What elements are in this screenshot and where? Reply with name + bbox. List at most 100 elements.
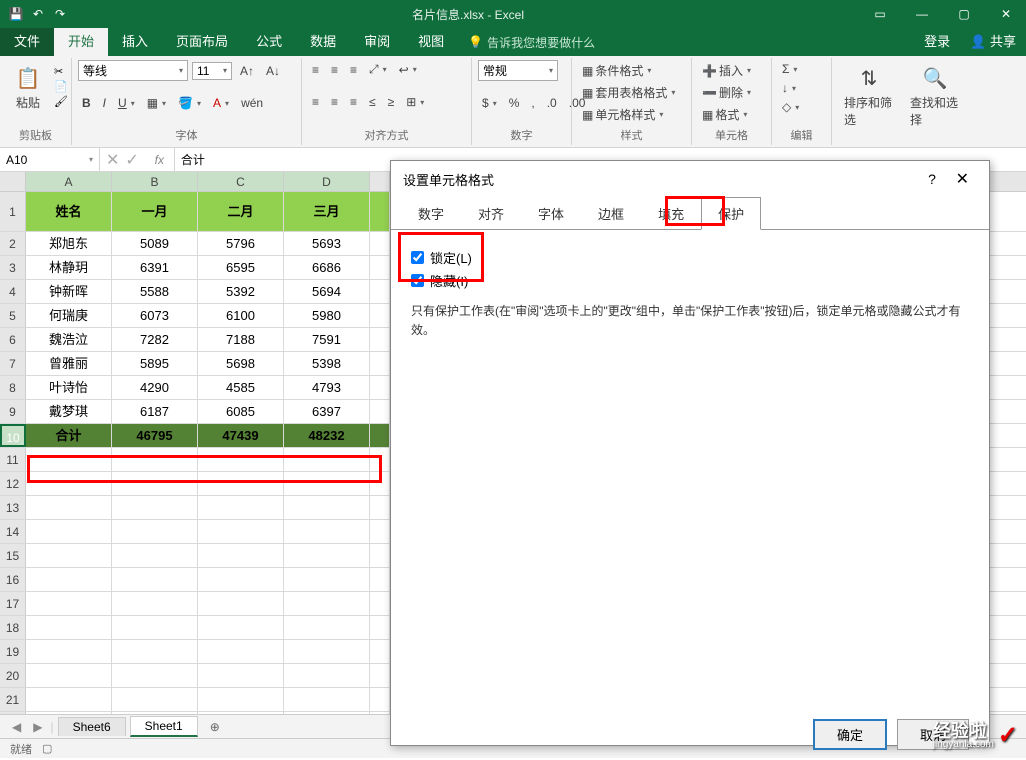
cell[interactable]: 6085 [198,400,284,423]
cell[interactable]: 4290 [112,376,198,399]
cell[interactable] [370,592,390,615]
cancel-icon[interactable]: ✕ [106,150,119,170]
row-head[interactable]: 16 [0,568,26,591]
number-format-combo[interactable]: 常规 [478,60,558,81]
cell[interactable] [26,520,112,543]
conditional-format-button[interactable]: ▦ 条件格式 [578,60,685,81]
cell[interactable] [284,592,370,615]
cell[interactable] [370,280,390,303]
cell[interactable] [284,448,370,471]
cell[interactable] [112,640,198,663]
currency-icon[interactable]: $ [478,94,501,112]
find-select-button[interactable]: 🔍查找和选择 [904,60,966,130]
cell[interactable] [112,448,198,471]
cell[interactable] [370,304,390,327]
decrease-font-icon[interactable]: A↓ [262,62,284,80]
cell[interactable] [198,544,284,567]
cell[interactable] [198,640,284,663]
tab-review[interactable]: 审阅 [350,28,404,56]
cell[interactable] [370,520,390,543]
cell[interactable]: 48232 [284,424,370,447]
cell[interactable]: 6100 [198,304,284,327]
row-head[interactable]: 21 [0,688,26,711]
cell[interactable] [112,568,198,591]
delete-cells-button[interactable]: ➖ 删除 [698,82,765,103]
underline-button[interactable]: U [114,94,139,112]
row-head[interactable]: 3 [0,256,26,279]
cell[interactable] [370,664,390,687]
tab-home[interactable]: 开始 [54,28,108,56]
row-head[interactable]: 15 [0,544,26,567]
cell[interactable] [112,472,198,495]
cell[interactable] [370,256,390,279]
cell[interactable]: 二月 [198,192,284,231]
dtab-number[interactable]: 数字 [401,197,461,230]
align-bottom-icon[interactable]: ≡ [346,61,361,79]
table-format-button[interactable]: ▦ 套用表格格式 [578,82,685,103]
cell[interactable] [370,424,390,447]
cell[interactable] [26,640,112,663]
row-head[interactable]: 19 [0,640,26,663]
cell[interactable] [284,616,370,639]
cell[interactable] [26,496,112,519]
bold-button[interactable]: B [78,94,95,112]
row-head[interactable]: 12 [0,472,26,495]
cell[interactable]: 47439 [198,424,284,447]
cell[interactable] [284,472,370,495]
sheet-nav-prev-icon[interactable]: ◀ [8,720,25,734]
dialog-help-icon[interactable]: ? [920,171,944,187]
copy-icon[interactable]: 📄 [54,80,68,93]
cell[interactable]: 郑旭东 [26,232,112,255]
cell[interactable]: 4585 [198,376,284,399]
cell[interactable] [370,328,390,351]
redo-icon[interactable]: ↷ [52,6,68,22]
cell[interactable]: 4793 [284,376,370,399]
italic-button[interactable]: I [99,94,110,112]
cell[interactable] [370,448,390,471]
sort-filter-button[interactable]: ⇅排序和筛选 [838,60,900,130]
cell[interactable]: 5693 [284,232,370,255]
cell[interactable] [284,664,370,687]
select-all-corner[interactable] [0,172,26,191]
cell[interactable] [370,640,390,663]
locked-check-input[interactable] [411,251,424,264]
ribbon-options-icon[interactable]: ▭ [860,0,900,28]
cell[interactable] [198,520,284,543]
cell[interactable] [370,616,390,639]
cell[interactable] [112,688,198,711]
sheet-tab-1[interactable]: Sheet1 [130,716,198,737]
cell[interactable] [370,568,390,591]
cell[interactable]: 5392 [198,280,284,303]
row-head[interactable]: 18 [0,616,26,639]
cell[interactable] [112,544,198,567]
cell[interactable] [370,688,390,711]
row-head[interactable]: 10 [0,424,26,447]
dtab-fill[interactable]: 填充 [641,197,701,230]
inc-decimal-icon[interactable]: .0 [543,94,561,112]
tab-insert[interactable]: 插入 [108,28,162,56]
row-head[interactable]: 20 [0,664,26,687]
col-head-c[interactable]: C [198,172,284,191]
maximize-icon[interactable]: ▢ [944,0,984,28]
cell[interactable] [26,544,112,567]
format-painter-icon[interactable]: 🖌 [54,95,68,108]
border-button[interactable]: ▦ [143,94,170,112]
dialog-close-icon[interactable]: ✕ [948,171,977,188]
row-head[interactable]: 1 [0,192,26,231]
save-icon[interactable]: 💾 [8,6,24,22]
cell[interactable] [112,664,198,687]
font-color-button[interactable]: A [209,94,233,112]
share-button[interactable]: 👤 共享 [960,28,1026,56]
cell[interactable] [284,688,370,711]
col-head-b[interactable]: B [112,172,198,191]
fx-icon[interactable]: fx [145,148,175,171]
cell[interactable] [284,544,370,567]
dtab-border[interactable]: 边框 [581,197,641,230]
cell[interactable]: 一月 [112,192,198,231]
wrap-text-icon[interactable]: ↩ [395,61,421,79]
orientation-icon[interactable]: ⤢ [365,60,391,79]
fill-icon[interactable]: ↓ [778,79,825,97]
cell[interactable]: 6686 [284,256,370,279]
tab-formulas[interactable]: 公式 [242,28,296,56]
row-head[interactable]: 5 [0,304,26,327]
